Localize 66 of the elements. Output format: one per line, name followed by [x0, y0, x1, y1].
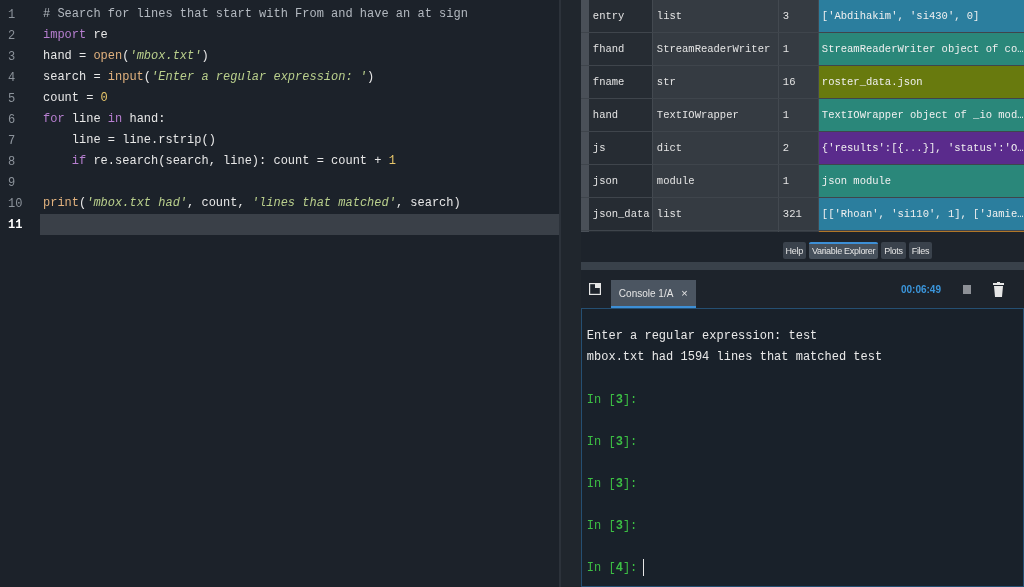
line-number: 8 — [7, 154, 17, 169]
table-cell: hand — [588, 99, 653, 131]
code-line: for line in hand: — [42, 111, 167, 128]
elapsed-time: 00:06:49 — [900, 283, 941, 295]
table-cell: fname — [588, 66, 653, 98]
value-cell: roster_data.json — [818, 66, 1024, 98]
value-cell: TextIOWrapper object of _io mod… — [818, 99, 1024, 131]
line-number: 1 — [7, 7, 17, 22]
pane-tab[interactable]: Files — [908, 242, 933, 259]
console-prompt: In [3]: — [586, 434, 638, 449]
table-cell: js — [588, 132, 653, 164]
console-prompt: In [3]: — [586, 392, 638, 407]
console-tab[interactable]: Console 1/A × — [610, 280, 696, 308]
close-icon[interactable]: × — [681, 287, 688, 299]
console-prompt: In [3]: — [586, 476, 638, 491]
table-cell: 1 — [778, 165, 819, 197]
value-cell: {'results':[{...}], 'status':'O… — [818, 132, 1024, 164]
table-cell: list — [652, 198, 779, 230]
options-icon[interactable] — [588, 283, 601, 295]
code-line: import re — [42, 27, 109, 44]
table-cell: list — [652, 0, 779, 32]
table-cell: StreamReaderWriter — [652, 33, 779, 65]
pane-tab[interactable]: Variable Explorer — [808, 242, 879, 259]
pane-tab[interactable]: Plots — [881, 242, 906, 259]
code-line: hand = open('mbox.txt') — [42, 48, 210, 65]
line-number: 10 — [7, 196, 24, 211]
table-cell: 1 — [778, 33, 819, 65]
value-cell: ['Abdihakim', 'si430', 0] — [818, 0, 1024, 32]
line-number: 4 — [7, 70, 17, 85]
table-cell: 16 — [778, 66, 819, 98]
table-cell: dict — [652, 132, 779, 164]
trash-icon[interactable] — [993, 281, 1004, 297]
code-line: print('mbox.txt had', count, 'lines that matched', search) — [42, 195, 462, 212]
console-prompt: In [3]: — [586, 518, 638, 533]
table-cell: 1 — [778, 99, 819, 131]
code-line: line = line.rstrip() — [70, 132, 217, 149]
table-cell: TextIOWrapper — [652, 99, 779, 131]
console-output: mbox.txt had 1594 lines that matched test — [586, 349, 884, 366]
code-line: count = 0 — [42, 90, 109, 107]
line-number: 6 — [7, 112, 17, 127]
table-cell: json_data — [588, 198, 653, 230]
table-cell: module — [652, 165, 779, 197]
line-number: 5 — [7, 91, 17, 106]
console-prompt: In [4]: — [586, 560, 638, 575]
console-tab-label: Console 1/A — [618, 287, 674, 299]
code-line: # Search for lines that start with From and have an at sign — [42, 6, 469, 23]
code-line: if re.search(search, line): count = count + 1 — [70, 153, 397, 170]
value-cell: [['Rhoan', 'si110', 1], ['Jamie… — [818, 198, 1024, 230]
stop-icon[interactable] — [963, 284, 971, 294]
table-cell: str — [652, 66, 779, 98]
line-number: 11 — [7, 217, 24, 232]
line-number: 9 — [7, 175, 17, 190]
table-cell: 321 — [778, 198, 819, 230]
table-cell: entry — [588, 0, 653, 32]
table-cell: fhand — [588, 33, 653, 65]
console-output: Enter a regular expression: test — [586, 328, 819, 345]
line-number: 2 — [7, 28, 17, 43]
value-cell: json module — [818, 165, 1024, 197]
line-number: 3 — [7, 49, 17, 64]
table-cell: 2 — [778, 132, 819, 164]
table-cell: json — [588, 165, 653, 197]
value-cell: StreamReaderWriter object of co… — [818, 33, 1024, 65]
table-cell: 3 — [778, 0, 819, 32]
line-number: 7 — [7, 133, 17, 148]
code-line: search = input('Enter a regular expression: ') — [42, 69, 376, 86]
pane-tab[interactable]: Help — [782, 242, 806, 259]
